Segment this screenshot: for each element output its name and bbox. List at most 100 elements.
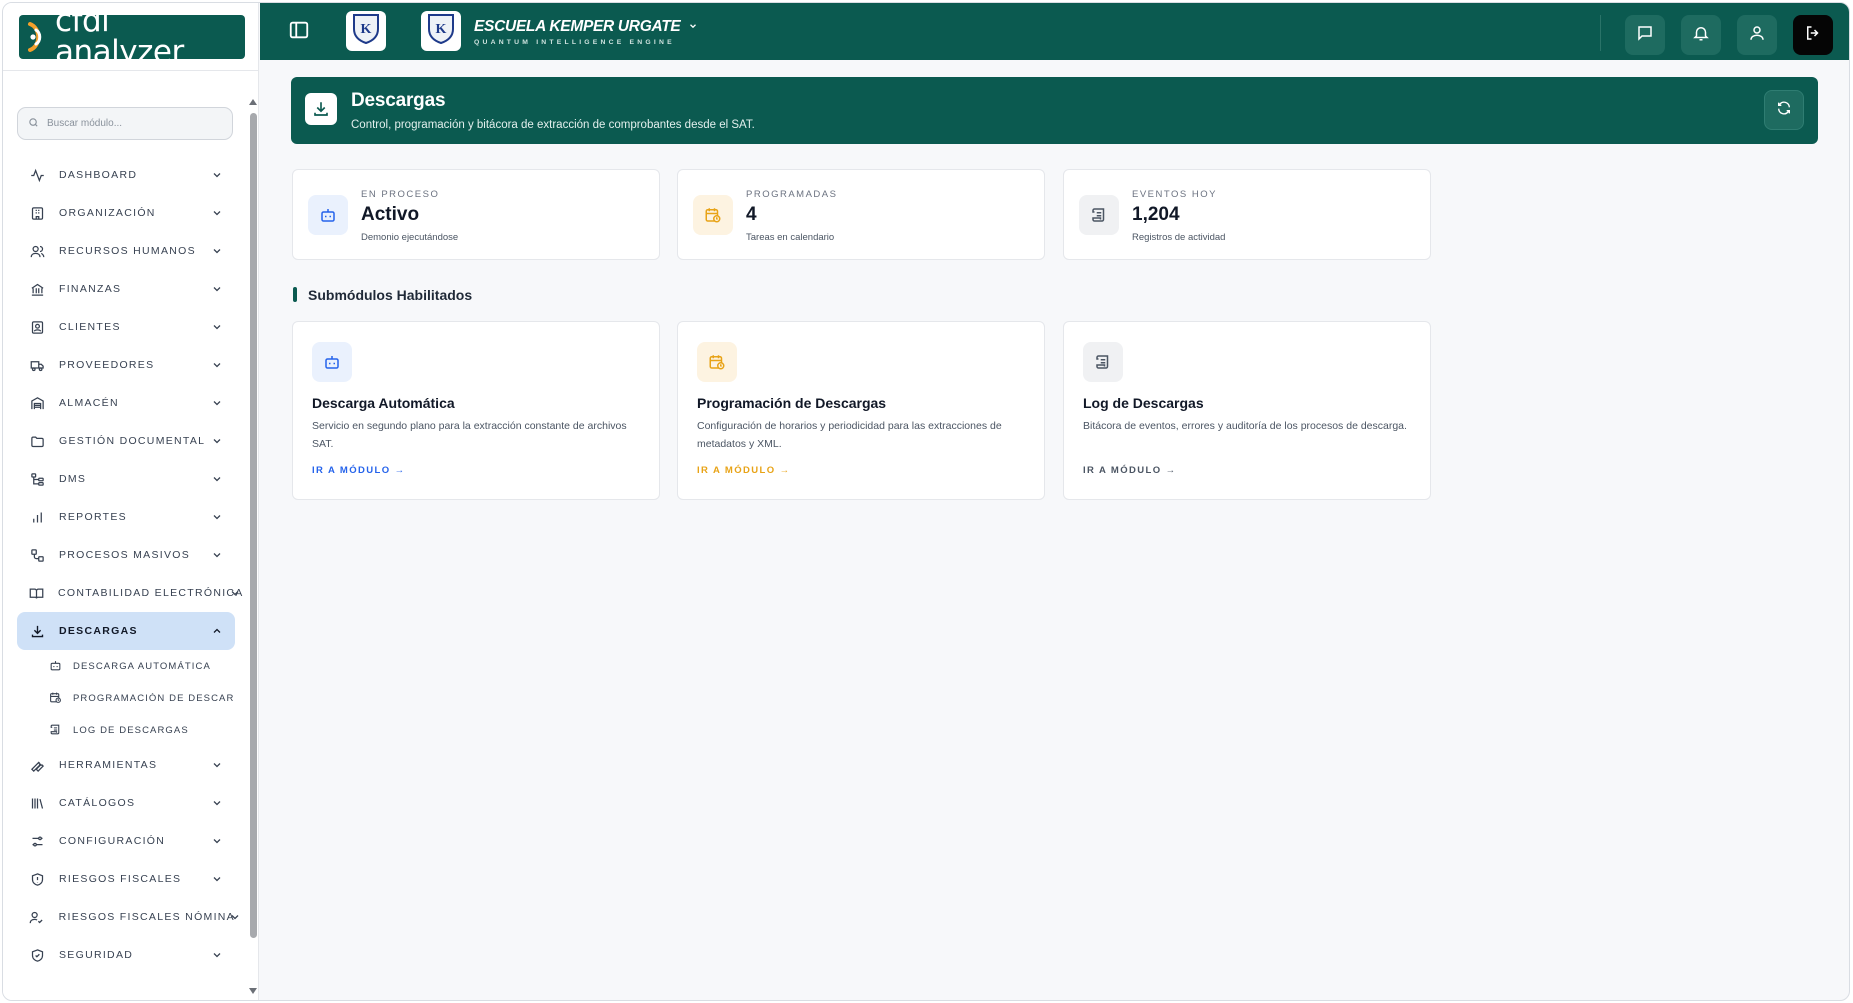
stat-description: Tareas en calendario: [746, 232, 835, 243]
stat-label: EN PROCESO: [361, 189, 440, 200]
download-icon: [29, 623, 45, 639]
module-title: Programación de Descargas: [697, 395, 887, 411]
shield-check-icon: [29, 947, 45, 963]
module-link[interactable]: IR A MÓDULO →: [697, 465, 791, 476]
sidebar-item-dms[interactable]: DMS: [17, 460, 235, 498]
sidebar-item-label: DASHBOARD: [59, 169, 138, 181]
messages-button[interactable]: [1625, 15, 1665, 55]
search-icon: [28, 115, 39, 133]
crest-icon: K: [426, 13, 456, 50]
stat-label: EVENTOS HOY: [1132, 189, 1217, 200]
school-selector[interactable]: ESCUELA KEMPER URGATE: [474, 18, 698, 36]
sidebar-item-riesgos-fiscales[interactable]: RIESGOS FISCALES: [17, 860, 235, 898]
sidebar-item-recursos-humanos[interactable]: RECURSOS HUMANOS: [17, 232, 235, 270]
search-input[interactable]: [47, 118, 217, 129]
school-crest-logo[interactable]: K: [346, 11, 386, 51]
sidebar-item-label: REPORTES: [59, 511, 127, 523]
chevron-down-icon: [229, 910, 241, 928]
users-icon: [29, 243, 45, 259]
refresh-icon: [1776, 100, 1792, 121]
module-title: Log de Descargas: [1083, 395, 1204, 411]
stat-description: Demonio ejecutándose: [361, 232, 459, 243]
contact-icon: [29, 319, 45, 335]
school-logo[interactable]: K: [421, 11, 461, 51]
scroll-icon: [1083, 342, 1123, 382]
sidebar-item-almacen[interactable]: ALMACÉN: [17, 384, 235, 422]
sidebar-item-proveedores[interactable]: PROVEEDORES: [17, 346, 235, 384]
scroll-down-arrow-icon[interactable]: [249, 988, 257, 994]
sidebar-subitem-log-de-descargas[interactable]: LOG DE DESCARGAS: [17, 714, 235, 746]
module-description: Bitácora de eventos, errores y auditoría…: [1083, 420, 1407, 432]
download-icon: [305, 93, 337, 125]
sidebar: cfdi analyzer DASHBOARD ORGANIZACIÓN: [3, 3, 259, 1000]
sidebar-item-label: CATÁLOGOS: [59, 797, 136, 809]
topbar-divider: [1600, 15, 1601, 51]
sidebar-item-finanzas[interactable]: FINANZAS: [17, 270, 235, 308]
module-card-descarga-automatica[interactable]: Descarga Automática Servicio en segundo …: [292, 321, 660, 500]
module-link-label: IR A MÓDULO: [697, 465, 776, 476]
sidebar-item-procesos-masivos[interactable]: PROCESOS MASIVOS: [17, 536, 235, 574]
shield-alert-icon: [29, 871, 45, 887]
sidebar-item-clientes[interactable]: CLIENTES: [17, 308, 235, 346]
module-link[interactable]: IR A MÓDULO →: [312, 465, 406, 476]
sidebar-item-descargas[interactable]: DESCARGAS: [17, 612, 235, 650]
workflow-icon: [29, 547, 45, 563]
notifications-button[interactable]: [1681, 15, 1721, 55]
school-name: ESCUELA KEMPER URGATE: [474, 18, 681, 36]
arrow-right-icon: →: [1165, 465, 1177, 476]
app-logo[interactable]: cfdi analyzer: [19, 6, 245, 68]
arrow-right-icon: →: [394, 465, 406, 476]
app-logo-text: cfdi analyzer: [55, 3, 184, 70]
sidebar-item-configuracion[interactable]: CONFIGURACIÓN: [17, 822, 235, 860]
stat-description: Registros de actividad: [1132, 232, 1226, 243]
bank-icon: [29, 281, 45, 297]
calendar-clock-icon: [693, 195, 733, 235]
bot-icon: [312, 342, 352, 382]
sidebar-item-organizacion[interactable]: ORGANIZACIÓN: [17, 194, 235, 232]
sidebar-item-dashboard[interactable]: DASHBOARD: [17, 156, 235, 194]
sidebar-toggle-button[interactable]: [284, 17, 314, 47]
stat-value: 1,204: [1132, 204, 1180, 225]
stat-card-en-proceso: EN PROCESO Activo Demonio ejecutándose: [292, 169, 660, 260]
module-description: Servicio en segundo plano para la extrac…: [312, 420, 627, 450]
chevron-up-icon: [211, 624, 223, 642]
chevron-down-icon: [211, 758, 223, 776]
profile-button[interactable]: [1737, 15, 1777, 55]
chevron-down-icon: [211, 396, 223, 414]
sidebar-item-label: ALMACÉN: [59, 397, 119, 409]
page-title: Descargas: [351, 90, 446, 111]
sidebar-subitem-descarga-automatica[interactable]: DESCARGA AUTOMÁTICA: [17, 650, 235, 682]
folder-icon: [29, 433, 45, 449]
sidebar-item-catalogos[interactable]: CATÁLOGOS: [17, 784, 235, 822]
bar-chart-icon: [29, 509, 45, 525]
logout-button[interactable]: [1793, 15, 1833, 55]
sidebar-subitem-programacion-de-descargas[interactable]: PROGRAMACIÓN DE DESCARGAS: [17, 682, 235, 714]
wrench-icon: [29, 757, 45, 773]
sidebar-item-herramientas[interactable]: HERRAMIENTAS: [17, 746, 235, 784]
sidebar-item-gestion-documental[interactable]: GESTIÓN DOCUMENTAL: [17, 422, 235, 460]
sidebar-scrollbar[interactable]: [248, 95, 258, 995]
sidebar-item-seguridad[interactable]: SEGURIDAD: [17, 936, 235, 974]
user-icon: [1748, 24, 1766, 47]
module-link[interactable]: IR A MÓDULO →: [1083, 465, 1177, 476]
bot-icon: [49, 659, 63, 673]
truck-icon: [29, 357, 45, 373]
page-subtitle: Control, programación y bitácora de extr…: [351, 119, 755, 131]
sidebar-item-riesgos-fiscales-nomina[interactable]: RIESGOS FISCALES NÓMINA: [17, 898, 239, 936]
sidebar-item-reportes[interactable]: REPORTES: [17, 498, 235, 536]
refresh-button[interactable]: [1764, 90, 1804, 130]
sidebar-item-contabilidad-electronica[interactable]: CONTABILIDAD ELECTRÓNICA: [17, 574, 242, 612]
calendar-clock-icon: [49, 691, 63, 705]
module-card-programacion-de-descargas[interactable]: Programación de Descargas Configuración …: [677, 321, 1045, 500]
chevron-down-icon: [211, 872, 223, 890]
module-title: Descarga Automática: [312, 395, 455, 411]
chevron-down-icon: [211, 206, 223, 224]
scroll-up-arrow-icon[interactable]: [249, 99, 257, 105]
user-check-icon: [29, 909, 45, 925]
sidebar-scroll-thumb[interactable]: [250, 113, 257, 938]
library-icon: [29, 795, 45, 811]
chevron-down-icon: [688, 18, 698, 36]
sidebar-item-label: FINANZAS: [59, 283, 122, 295]
sidebar-subitem-label: PROGRAMACIÓN DE DESCARGAS: [73, 692, 233, 704]
module-card-log-de-descargas[interactable]: Log de Descargas Bitácora de eventos, er…: [1063, 321, 1431, 500]
